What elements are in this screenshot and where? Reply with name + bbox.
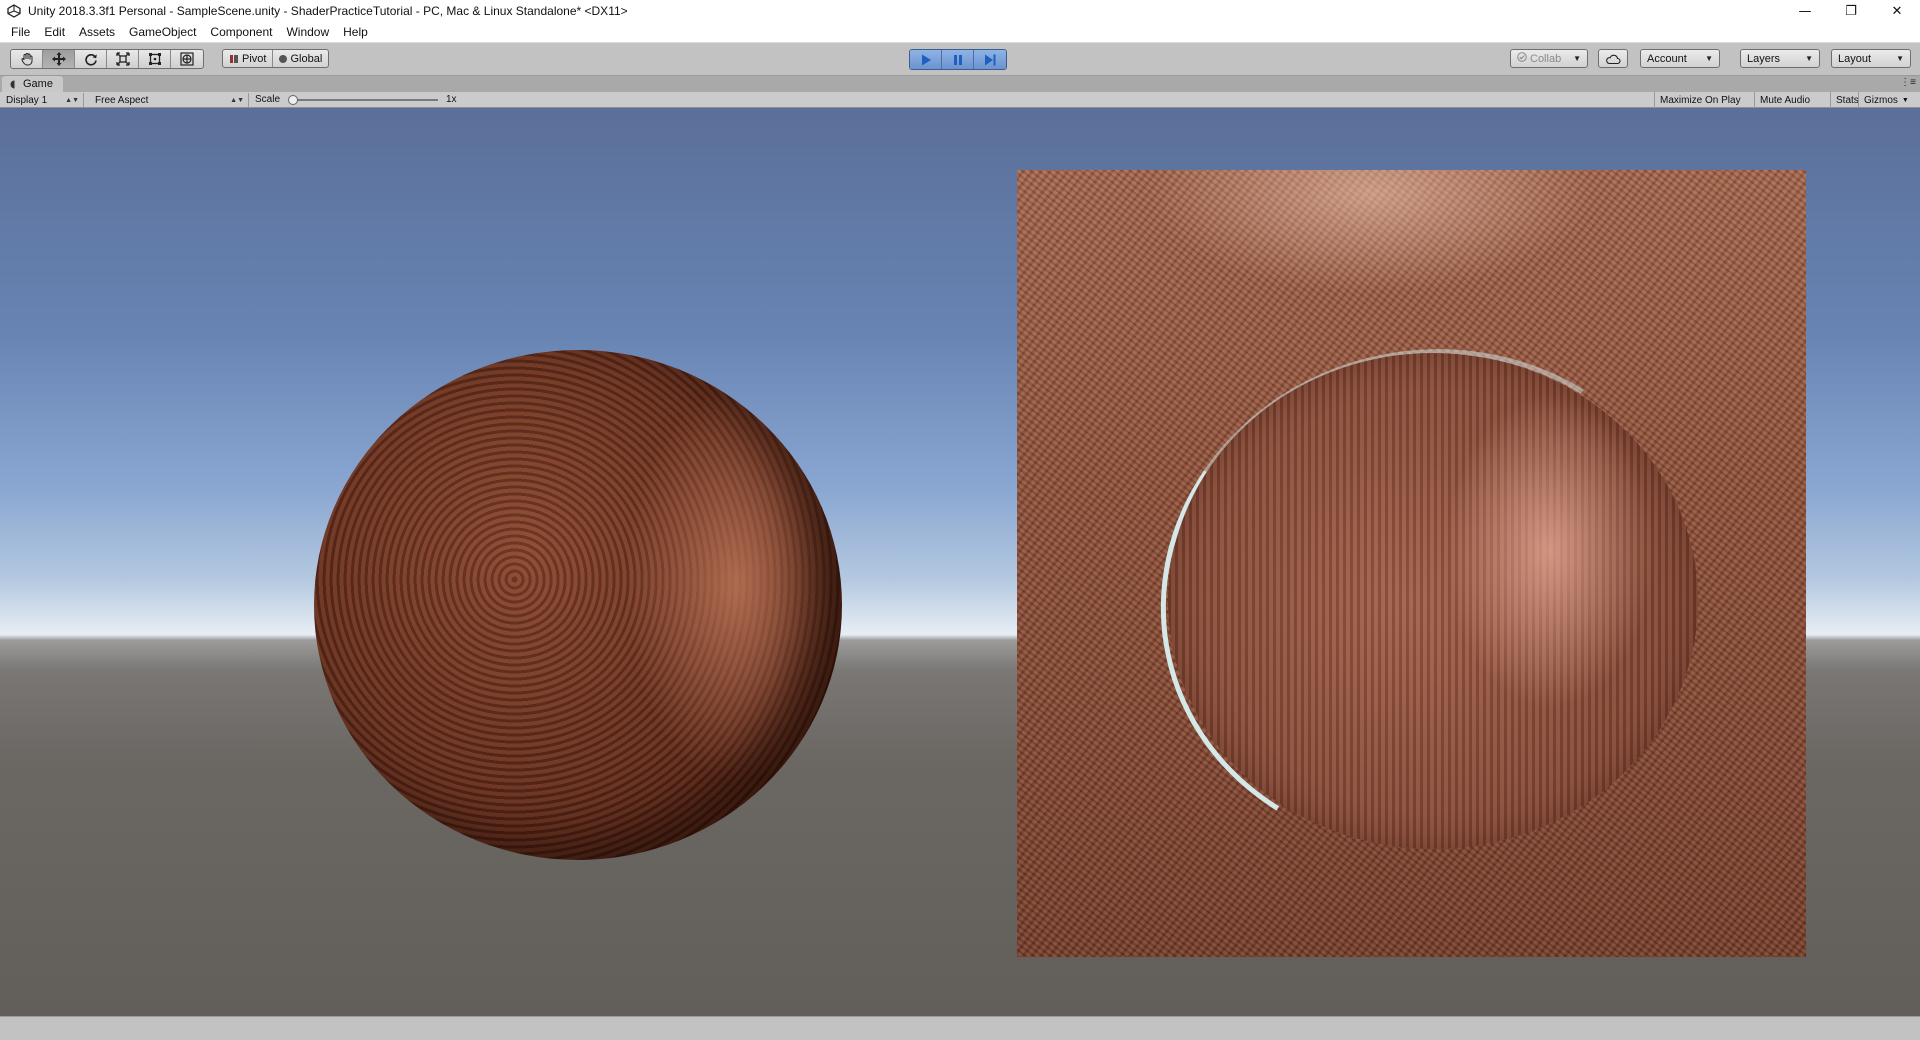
pivot-toggle[interactable]: Pivot xyxy=(223,50,274,67)
playback-controls xyxy=(909,49,1007,70)
tab-game-label: Game xyxy=(23,78,53,90)
updown-arrows-icon: ▲▼ xyxy=(230,96,244,104)
rotate-icon xyxy=(84,53,97,66)
display-dropdown[interactable]: Display 1 ▲▼ xyxy=(0,93,84,107)
move-tool-button[interactable] xyxy=(43,50,75,68)
menu-edit[interactable]: Edit xyxy=(37,25,72,39)
refractive-sphere-right xyxy=(1168,353,1698,849)
layers-label: Layers xyxy=(1747,52,1781,65)
aspect-label: Free Aspect xyxy=(95,94,149,106)
hand-icon xyxy=(21,53,32,66)
menu-assets[interactable]: Assets xyxy=(72,25,122,39)
main-toolbar: Pivot Global Collab ▼ Account ▼ Layers ▼ xyxy=(0,43,1920,76)
rect-tool-button[interactable] xyxy=(139,50,171,68)
mute-label: Mute Audio xyxy=(1760,94,1811,106)
check-icon xyxy=(1517,52,1527,65)
scale-slider-track[interactable] xyxy=(292,99,438,101)
chevron-down-icon: ▼ xyxy=(1805,54,1813,63)
maximize-on-play-toggle[interactable]: Maximize On Play xyxy=(1654,92,1746,108)
play-button[interactable] xyxy=(910,50,942,69)
layers-dropdown[interactable]: Layers ▼ xyxy=(1740,49,1820,68)
mute-audio-toggle[interactable]: Mute Audio xyxy=(1754,92,1815,108)
transform-icon xyxy=(180,52,194,66)
step-button[interactable] xyxy=(974,50,1006,69)
layout-dropdown[interactable]: Layout ▼ xyxy=(1831,49,1911,68)
scale-icon xyxy=(115,52,130,66)
pivot-icon xyxy=(229,54,239,64)
global-toggle[interactable]: Global xyxy=(273,50,328,67)
maximize-label: Maximize On Play xyxy=(1660,94,1741,106)
step-icon xyxy=(985,54,996,65)
window-title: Unity 2018.3.3f1 Personal - SampleScene.… xyxy=(28,4,628,18)
title-bar: Unity 2018.3.3f1 Personal - SampleScene.… xyxy=(0,0,1920,22)
window-controls: — ❐ ✕ xyxy=(1782,0,1920,22)
pivot-label: Pivot xyxy=(242,52,267,65)
gizmos-dropdown[interactable]: Gizmos ▼ xyxy=(1858,92,1920,108)
menu-gameobject[interactable]: GameObject xyxy=(122,25,203,39)
cloud-button[interactable] xyxy=(1598,49,1628,68)
cloud-icon xyxy=(1606,54,1621,64)
restore-button[interactable]: ❐ xyxy=(1828,0,1874,22)
game-tab-bar: Game ⋮≡ xyxy=(0,76,1920,92)
chevron-down-icon: ▼ xyxy=(1896,54,1904,63)
chevron-down-icon: ▼ xyxy=(1901,96,1909,104)
stats-label: Stats xyxy=(1836,94,1859,106)
menu-window[interactable]: Window xyxy=(279,25,336,39)
account-dropdown[interactable]: Account ▼ xyxy=(1640,49,1720,68)
game-icon xyxy=(10,80,19,89)
aspect-dropdown[interactable]: Free Aspect ▲▼ xyxy=(89,93,249,107)
transform-tool-button[interactable] xyxy=(171,50,203,68)
scale-value: 1x xyxy=(446,94,457,105)
chevron-down-icon: ▼ xyxy=(1705,54,1713,63)
collab-button[interactable]: Collab ▼ xyxy=(1510,49,1588,68)
tab-game[interactable]: Game xyxy=(2,76,63,92)
game-options-bar: Display 1 ▲▼ Free Aspect ▲▼ Scale 1x Max… xyxy=(0,92,1920,108)
account-label: Account xyxy=(1647,52,1687,65)
textured-sphere-left xyxy=(314,350,842,860)
globe-icon xyxy=(279,54,288,63)
tab-menu-icon[interactable]: ⋮≡ xyxy=(1900,77,1916,88)
menu-file[interactable]: File xyxy=(4,25,37,39)
play-icon xyxy=(921,54,931,65)
display-label: Display 1 xyxy=(6,94,48,106)
scale-slider-thumb[interactable] xyxy=(288,95,298,105)
transform-tools xyxy=(10,49,204,69)
close-button[interactable]: ✕ xyxy=(1874,0,1920,22)
move-icon xyxy=(51,52,66,66)
pause-icon xyxy=(953,54,962,65)
menu-help[interactable]: Help xyxy=(336,25,375,39)
menu-component[interactable]: Component xyxy=(203,25,279,39)
updown-arrows-icon: ▲▼ xyxy=(65,96,79,104)
hand-tool-button[interactable] xyxy=(11,50,43,68)
chevron-down-icon: ▼ xyxy=(1573,54,1581,63)
gizmos-label: Gizmos xyxy=(1864,94,1898,106)
collab-label: Collab xyxy=(1530,52,1562,65)
pivot-global-toggles: Pivot Global xyxy=(222,49,330,68)
pause-button[interactable] xyxy=(942,50,974,69)
global-label: Global xyxy=(290,52,323,65)
rect-icon xyxy=(148,53,161,65)
menu-bar: File Edit Assets GameObject Component Wi… xyxy=(0,22,1920,43)
scale-tool-button[interactable] xyxy=(107,50,139,68)
game-viewport[interactable] xyxy=(0,108,1920,1016)
unity-logo-icon xyxy=(6,3,22,19)
rotate-tool-button[interactable] xyxy=(75,50,107,68)
layout-label: Layout xyxy=(1838,52,1872,65)
scale-label: Scale xyxy=(255,94,281,105)
status-bar xyxy=(0,1016,1920,1040)
minimize-button[interactable]: — xyxy=(1782,0,1828,22)
